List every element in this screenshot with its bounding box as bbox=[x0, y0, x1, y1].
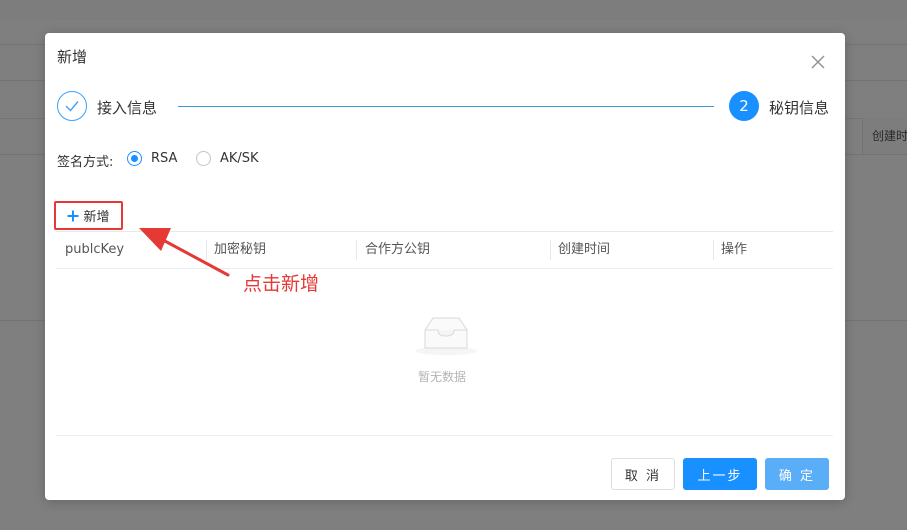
step-2-number: 2 bbox=[739, 97, 749, 115]
column-header-create-time: 创建时间 bbox=[558, 242, 611, 257]
cancel-button[interactable]: 取 消 bbox=[611, 458, 675, 490]
annotation-arrow-icon bbox=[139, 228, 230, 277]
radio-aksk-label: AK/SK bbox=[220, 151, 259, 166]
step-1-label: 接入信息 bbox=[97, 99, 158, 117]
close-icon[interactable] bbox=[809, 53, 827, 71]
empty-text: 暂无数据 bbox=[418, 370, 467, 384]
radio-unchecked-icon[interactable] bbox=[196, 151, 211, 166]
dialog-title: 新增 bbox=[57, 48, 88, 66]
previous-step-button[interactable]: 上一步 bbox=[683, 458, 757, 490]
radio-rsa[interactable]: RSA bbox=[127, 151, 177, 166]
add-key-button[interactable]: 新增 bbox=[54, 201, 123, 230]
column-separator bbox=[550, 240, 551, 260]
radio-aksk[interactable]: AK/SK bbox=[196, 151, 259, 166]
column-separator bbox=[356, 240, 357, 260]
step-connector-line bbox=[178, 106, 714, 107]
annotation-text: 点击新增 bbox=[243, 273, 320, 295]
column-separator bbox=[713, 240, 714, 260]
step-2-label: 秘钥信息 bbox=[769, 99, 830, 117]
plus-icon bbox=[67, 210, 79, 221]
sign-method-label: 签名方式: bbox=[57, 155, 114, 170]
column-header-actions: 操作 bbox=[721, 242, 748, 257]
add-key-label: 新增 bbox=[83, 210, 110, 225]
radio-rsa-label: RSA bbox=[151, 151, 178, 166]
step-1-circle bbox=[57, 91, 87, 121]
add-dialog: 新增 接入信息 2 秘钥信息 签名方式: RSA AK/SK 新增 publcK… bbox=[45, 33, 845, 500]
column-header-partner-public-key: 合作方公钥 bbox=[365, 242, 431, 257]
column-header-publckey: publcKey bbox=[65, 242, 125, 257]
confirm-button[interactable]: 确 定 bbox=[765, 458, 829, 490]
check-icon bbox=[65, 101, 79, 112]
radio-checked-icon[interactable] bbox=[127, 151, 142, 166]
empty-inbox-icon bbox=[415, 317, 477, 355]
step-2-circle: 2 bbox=[729, 91, 759, 121]
